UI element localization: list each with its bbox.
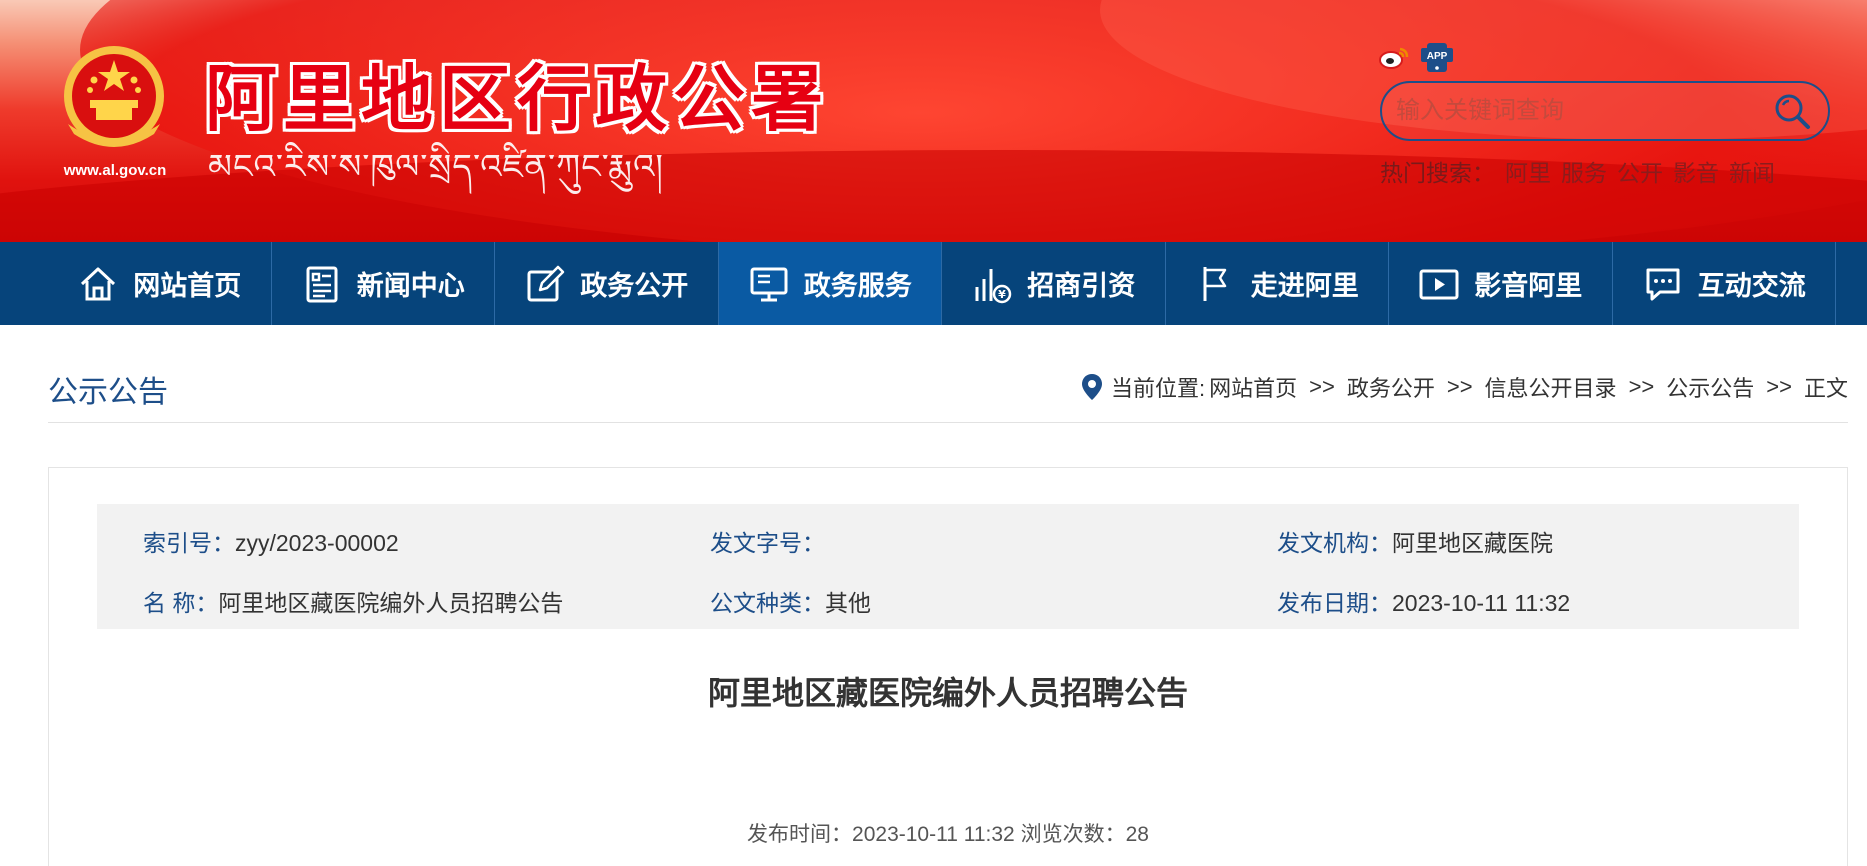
meta-label: 发文字号： — [710, 530, 825, 556]
search-button[interactable] — [1770, 89, 1814, 133]
nav-item-interaction[interactable]: 互动交流 — [1613, 242, 1836, 325]
meta-label: 发文机构： — [1277, 530, 1392, 556]
investment-icon: ¥ — [975, 268, 1012, 303]
article-title: 阿里地区藏医院编外人员招聘公告 — [707, 675, 1188, 711]
nav-label: 互动交流 — [1697, 271, 1806, 301]
meta-label: 公文种类： — [710, 590, 825, 616]
meta-label: 名 称： — [143, 590, 219, 616]
site-subtitle-tibetan: མངའ་རིས་ས་ཁུལ་སྲིད་འཛིན་ཀུང་རྨུའ། — [208, 148, 664, 186]
nav-item-news[interactable]: 新闻中心 — [272, 242, 495, 325]
edit-icon — [527, 265, 565, 301]
app-icon-label: APP — [1427, 51, 1448, 62]
meta-doc-no: 发文字号： — [710, 524, 825, 558]
meta-name: 名 称：阿里地区藏医院编外人员招聘公告 — [143, 584, 563, 618]
app-icon[interactable]: APP — [1420, 40, 1454, 74]
meta-label: 索引号： — [143, 530, 235, 556]
nav-label: 走进阿里 — [1250, 271, 1359, 301]
breadcrumb-separator: >> — [1766, 374, 1792, 399]
hot-search-link[interactable]: 公开 — [1617, 154, 1663, 188]
breadcrumb-separator: >> — [1309, 374, 1335, 399]
breadcrumb-prefix: 当前位置: — [1110, 376, 1206, 401]
article-container: 索引号：zyy/2023-00002 发文字号： 发文机构：阿里地区藏医院 名 … — [48, 467, 1848, 866]
breadcrumb-link[interactable]: 正文 — [1804, 371, 1848, 403]
meta-category: 公文种类：其他 — [710, 584, 871, 618]
breadcrumb-link[interactable]: 公示公告 — [1666, 371, 1754, 403]
article-info: 发布时间：2023-10-11 11:32 浏览次数：28 — [49, 818, 1847, 848]
news-icon — [306, 266, 338, 302]
views-label: 浏览次数： — [1020, 823, 1126, 846]
site-url: www.al.gov.cn — [63, 162, 167, 179]
views-count: 28 — [1125, 823, 1149, 846]
nav-label: 政务服务 — [803, 271, 912, 301]
nav-item-gov-affairs[interactable]: 政务公开 — [495, 242, 719, 325]
breadcrumb: 当前位置: 网站首页 >> 政务公开 >> 信息公开目录 >> 公示公告 >> … — [1081, 371, 1848, 403]
nav-item-video[interactable]: 影音阿里 — [1389, 242, 1613, 325]
nav-label: 新闻中心 — [356, 271, 465, 301]
svg-text:¥: ¥ — [998, 288, 1006, 301]
hot-search-label: 热门搜索： — [1380, 160, 1495, 186]
monitor-icon — [750, 267, 788, 301]
national-emblem-icon[interactable] — [50, 38, 178, 148]
document-meta-table: 索引号：zyy/2023-00002 发文字号： 发文机构：阿里地区藏医院 名 … — [97, 504, 1799, 629]
breadcrumb-link[interactable]: 信息公开目录 — [1485, 371, 1617, 403]
publish-time: 2023-10-11 11:32 — [852, 823, 1015, 846]
nav-label: 网站首页 — [133, 271, 242, 301]
search-box — [1380, 81, 1830, 141]
nav-label: 影音阿里 — [1474, 271, 1583, 301]
site-header: www.al.gov.cn 阿里地区行政公署 མངའ་རིས་ས་ཁུལ་སྲི… — [0, 0, 1867, 242]
meta-index: 索引号：zyy/2023-00002 — [143, 524, 399, 558]
hot-search-link[interactable]: 服务 — [1561, 154, 1607, 188]
breadcrumb-link[interactable]: 政务公开 — [1347, 371, 1435, 403]
search-input[interactable] — [1396, 83, 1770, 139]
weibo-icon[interactable] — [1378, 43, 1410, 71]
nav-label: 招商引资 — [1027, 271, 1136, 301]
nav-item-about-ali[interactable]: 走进阿里 — [1166, 242, 1389, 325]
main-nav: 网站首页 新闻中心 政务公开 政务服务 ¥ 招商引资 走进阿里 影音阿里 互动交… — [0, 242, 1867, 325]
nav-label: 政务公开 — [580, 271, 689, 301]
meta-value: 其他 — [825, 590, 871, 616]
nav-item-gov-service[interactable]: 政务服务 — [718, 242, 942, 325]
breadcrumb-link[interactable]: 网站首页 — [1209, 371, 1297, 403]
page-header-bar: 公示公告 当前位置: 网站首页 >> 政务公开 >> 信息公开目录 >> 公示公… — [48, 355, 1848, 423]
video-icon — [1419, 269, 1459, 299]
home-icon — [81, 267, 116, 300]
hot-search: 热门搜索： 阿里 服务 公开 影音 新闻 — [1380, 154, 1775, 188]
meta-value: zyy/2023-00002 — [235, 530, 399, 556]
location-pin-icon — [1081, 374, 1102, 400]
nav-item-home[interactable]: 网站首页 — [48, 242, 272, 325]
meta-value: 2023-10-11 11:32 — [1392, 590, 1571, 616]
header-icons: APP — [1378, 40, 1454, 74]
hot-search-link[interactable]: 新闻 — [1729, 154, 1775, 188]
chat-icon — [1646, 268, 1680, 300]
meta-value: 阿里地区藏医院 — [1392, 530, 1553, 556]
search-icon — [1775, 94, 1810, 129]
flag-icon — [1203, 266, 1226, 301]
meta-label: 发布日期： — [1277, 590, 1392, 616]
breadcrumb-separator: >> — [1628, 374, 1655, 399]
hot-search-link[interactable]: 阿里 — [1505, 154, 1551, 188]
hot-search-link[interactable]: 影音 — [1673, 154, 1719, 188]
meta-date: 发布日期：2023-10-11 11:32 — [1277, 584, 1570, 618]
section-title: 公示公告 — [48, 376, 168, 409]
nav-item-investment[interactable]: ¥ 招商引资 — [942, 242, 1166, 325]
publish-time-label: 发布时间： — [747, 823, 853, 846]
meta-agency: 发文机构：阿里地区藏医院 — [1277, 524, 1553, 558]
meta-value: 阿里地区藏医院编外人员招聘公告 — [218, 590, 564, 616]
breadcrumb-separator: >> — [1446, 374, 1473, 399]
